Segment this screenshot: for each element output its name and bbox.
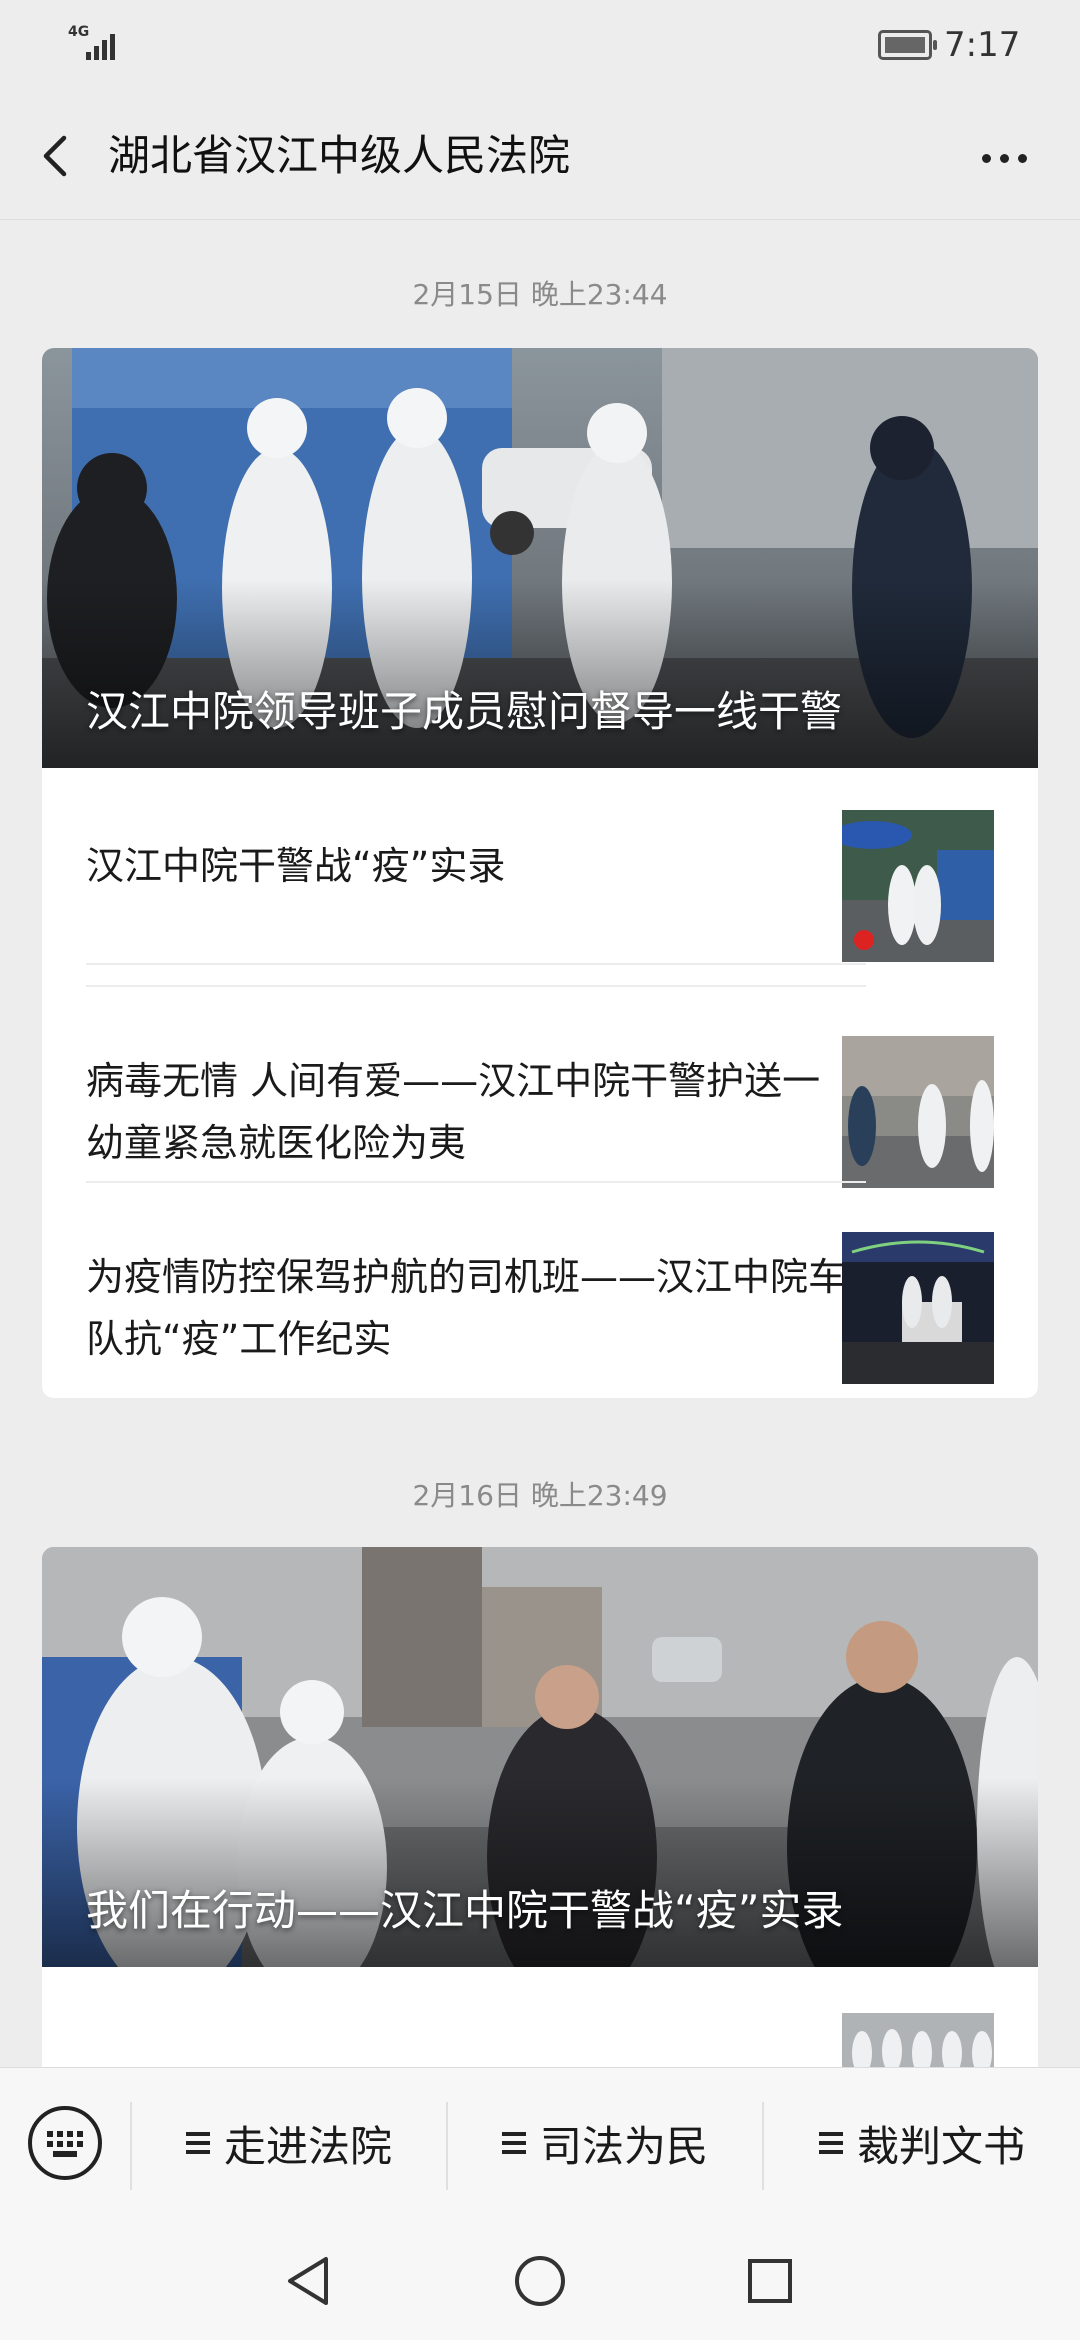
cover-image[interactable]: 汉江中院领导班子成员慰问督导一线干警 <box>42 348 1038 768</box>
back-button[interactable] <box>30 126 90 186</box>
article-card[interactable]: 汉江中院领导班子成员慰问督导一线干警 汉江中院干警战“疫”实录 <box>42 348 1038 1052</box>
circle-home-icon[interactable] <box>510 2251 570 2311</box>
menu-item-judgment-documents[interactable]: 裁判文书 <box>764 2108 1080 2178</box>
menu-icon <box>501 2132 526 2154</box>
article-list-item[interactable]: 汉江中院干警战“疫”实录 <box>42 768 1038 964</box>
cover-article-title: 我们在行动——汉江中院干警战“疫”实录 <box>86 1886 844 1935</box>
status-bar: 4G 7:17 <box>0 0 1080 92</box>
article-list-continued: 病毒无情 人间有爱——汉江中院干警护送一幼童紧急就医化险为夷 为疫情防控保驾护航… <box>42 985 1038 1398</box>
keyboard-toggle-button[interactable] <box>28 2106 102 2180</box>
article-thumbnail <box>842 1232 994 1384</box>
more-button[interactable] <box>970 132 1040 182</box>
menu-item-about-court[interactable]: 走进法院 <box>132 2108 446 2178</box>
more-dots-icon <box>982 154 991 163</box>
message-timestamp: 2月15日 晚上23:44 <box>412 278 668 311</box>
article-thumbnail <box>842 810 994 962</box>
article-thumbnail <box>842 2013 994 2067</box>
article-card[interactable]: 我们在行动——汉江中院干警战“疫”实录 <box>42 1547 1038 2067</box>
keyboard-icon <box>47 2131 83 2157</box>
cover-article-title: 汉江中院领导班子成员慰问督导一线干警 <box>86 687 843 736</box>
triangle-back-icon[interactable] <box>280 2251 340 2311</box>
square-recents-icon[interactable] <box>740 2251 800 2311</box>
official-account-menu: 走进法院 司法为民 裁判文书 <box>0 2067 1080 2221</box>
menu-icon <box>818 2132 843 2154</box>
article-title: 汉江中院干警战“疫”实录 <box>86 844 506 888</box>
cover-image[interactable]: 我们在行动——汉江中院干警战“疫”实录 <box>42 1547 1038 1967</box>
page-title: 湖北省汉江中级人民法院 <box>108 131 571 180</box>
menu-item-justice-for-people[interactable]: 司法为民 <box>448 2108 762 2178</box>
article-title: 为疫情防控保驾护航的司机班——汉江中院车队抗“疫”工作纪实 <box>86 1255 847 1361</box>
signal-bars-icon: 4G <box>68 24 124 62</box>
top-nav-bar: 湖北省汉江中级人民法院 <box>0 92 1080 220</box>
battery-charging-icon <box>878 30 937 60</box>
menu-icon <box>185 2132 210 2154</box>
system-navigation-bar <box>0 2221 1080 2340</box>
status-time: 7:17 <box>944 25 1021 65</box>
article-thumbnail <box>842 1036 994 1188</box>
chevron-left-icon <box>43 135 67 177</box>
message-timestamp: 2月16日 晚上23:49 <box>412 1479 668 1512</box>
article-list-item[interactable]: 为疫情防控保驾护航的司机班——汉江中院车队抗“疫”工作纪实 <box>42 1210 1038 1406</box>
